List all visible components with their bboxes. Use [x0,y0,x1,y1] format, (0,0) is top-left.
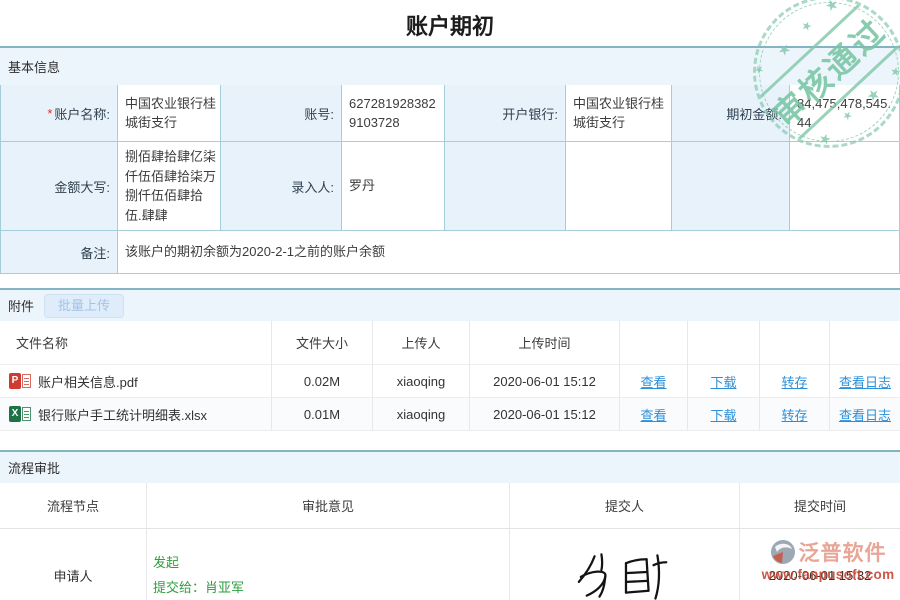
empty-value-cell [790,142,899,231]
attachment-row-file-name: P 账户相关信息.pdf [0,365,272,398]
entered-by-label: 录入人: [221,142,342,231]
download-link[interactable]: 下载 [710,405,736,424]
section-basic-info-label: 基本信息 [8,57,60,76]
basic-info-table: * 账户名称: 中国农业银行桂城街支行 账号: 6272819283829103… [0,85,900,274]
col-header-upload-time: 上传时间 [470,321,620,365]
initial-amount-value: 84,475,478,545.44 [790,85,899,142]
account-name-value: 中国农业银行桂城街支行 [118,85,221,142]
required-asterisk: * [47,106,52,121]
entered-by-value: 罗丹 [342,142,445,231]
pdf-file-icon: P [9,373,31,389]
opinion-initiate: 发起 [153,553,179,573]
amount-words-value: 捌佰肆拾肆亿柒仟伍佰肆拾柒万捌仟伍佰肆拾伍.肆肆 [118,142,221,231]
transfer-link[interactable]: 转存 [781,405,807,424]
col-header-action [688,321,760,365]
view-log-link[interactable]: 查看日志 [839,372,891,391]
section-basic-info: 基本信息 [0,46,900,85]
empty-value-cell [566,142,672,231]
opinion-submitted-to: 提交给：肖亚军 [153,578,244,598]
view-log-link[interactable]: 查看日志 [839,405,891,424]
submit-time-cell: 2020-06-01 15:32 [740,529,900,600]
col-header-action [620,321,688,365]
account-no-label: 账号: [221,85,342,142]
approval-opinion-cell: 发起 提交给：肖亚军 [147,529,510,600]
section-attachments-label: 附件 [8,296,34,315]
section-approval-flow: 流程审批 [0,450,900,483]
excel-file-icon: X [9,406,31,422]
remark-label: 备注: [1,231,118,273]
section-attachments: 附件 批量上传 [0,288,900,321]
col-header-submit-time: 提交时间 [740,483,900,529]
bank-label: 开户银行: [445,85,566,142]
attachment-row-file-name: X 银行账户手工统计明细表.xlsx [0,398,272,431]
empty-label-cell [445,142,566,231]
attachment-row-file-size: 0.01M [272,398,373,431]
attachments-table: 文件名称 文件大小 上传人 上传时间 P 账户相关信息.pdf 0.02M xi… [0,321,900,431]
bank-value: 中国农业银行桂城街支行 [566,85,672,142]
col-header-flow-node: 流程节点 [0,483,147,529]
remark-value: 该账户的期初余额为2020-2-1之前的账户余额 [118,231,899,273]
section-approval-flow-label: 流程审批 [8,458,60,477]
handwritten-signature [571,549,679,600]
account-name-label: * 账户名称: [1,85,118,142]
download-link[interactable]: 下载 [710,372,736,391]
col-header-uploader: 上传人 [373,321,470,365]
attachment-row-file-size: 0.02M [272,365,373,398]
attachment-row-uploader: xiaoqing [373,398,470,431]
approval-flow-table: 流程节点 审批意见 提交人 提交时间 申请人 发起 提交给：肖亚军 202 [0,483,900,600]
initial-amount-label: 期初金额: [672,85,790,142]
view-link[interactable]: 查看 [640,405,666,424]
amount-words-label: 金额大写: [1,142,118,231]
col-header-action [760,321,830,365]
col-header-submitter: 提交人 [510,483,740,529]
attachment-row-upload-time: 2020-06-01 15:12 [470,398,620,431]
view-link[interactable]: 查看 [640,372,666,391]
flow-node-cell: 申请人 [0,529,147,600]
transfer-link[interactable]: 转存 [781,372,807,391]
attachment-row-upload-time: 2020-06-01 15:12 [470,365,620,398]
account-no-value: 6272819283829103728 [342,85,445,142]
attachment-row-uploader: xiaoqing [373,365,470,398]
col-header-approval-opinion: 审批意见 [147,483,510,529]
batch-upload-button[interactable]: 批量上传 [44,294,124,318]
col-header-action [830,321,900,365]
submitter-signature-cell [510,529,740,600]
empty-label-cell [672,142,790,231]
col-header-file-name: 文件名称 [0,321,272,365]
col-header-file-size: 文件大小 [272,321,373,365]
page-title: 账户期初 [0,0,900,46]
